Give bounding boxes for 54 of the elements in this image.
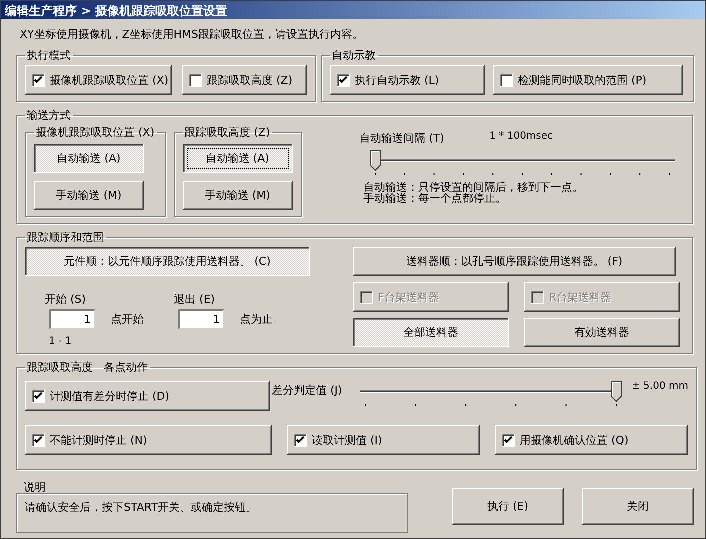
group-label: 自动示教 bbox=[331, 48, 377, 63]
range-text: 1 - 1 bbox=[49, 336, 73, 347]
transfer-mode-button[interactable]: 自动输送 (A) bbox=[34, 144, 144, 173]
checkbox[interactable] bbox=[189, 74, 202, 86]
slider-thumb[interactable] bbox=[611, 381, 622, 402]
transfer-mode-button[interactable]: 手动输送 (M) bbox=[182, 181, 293, 210]
checkbox-option[interactable]: 用摄像机确认位置 (Q) bbox=[495, 425, 688, 455]
checkbox-option[interactable]: 摄像机跟踪吸取位置 (X) bbox=[25, 65, 172, 95]
checkbox[interactable] bbox=[294, 434, 307, 446]
checkbox[interactable] bbox=[502, 434, 515, 446]
interval-label: 自动输送间隔 (T) bbox=[360, 131, 446, 146]
note-text: 自动输送：只停设置的间隔后，移到下一点。 bbox=[364, 182, 585, 193]
order-mode-button[interactable]: 送料器顺：以孔号顺序跟踪使用送料器。 (F) bbox=[353, 247, 676, 276]
slider-track[interactable] bbox=[370, 150, 675, 172]
feeder-button[interactable]: 全部送料器 bbox=[353, 318, 509, 347]
description-text: 请确认安全后，按下START开关、或确定按钮。 bbox=[25, 501, 257, 514]
checkbox-option[interactable]: 计测值有差分时停止 (D) bbox=[25, 381, 270, 411]
transfer-mode-button[interactable]: 自动输送 (A) bbox=[182, 144, 293, 173]
group-label: 跟踪吸取高度 (Z) bbox=[184, 125, 272, 140]
checkbox[interactable] bbox=[32, 434, 45, 446]
number-field[interactable]: 1 bbox=[178, 309, 226, 330]
field-label: 开始 (S) bbox=[45, 292, 88, 307]
group-label: 摄像机跟踪吸取位置 (X) bbox=[35, 125, 156, 140]
group-label: 跟踪吸取高度 各点动作 bbox=[26, 360, 149, 375]
dialog-button[interactable]: 执行 (E) bbox=[452, 488, 564, 525]
note-text: 手动输送：每一个点都停止。 bbox=[364, 193, 508, 204]
group-label: 说明 bbox=[24, 480, 47, 495]
slider-track[interactable] bbox=[360, 381, 622, 403]
checkbox-option[interactable]: 读取计测值 (I) bbox=[287, 425, 480, 455]
number-field[interactable]: 1 bbox=[49, 309, 96, 330]
threshold-reading: ± 5.00 mm bbox=[632, 381, 688, 392]
order-mode-button[interactable]: 元件顺：以元件顺序跟踪使用送料器。 (C) bbox=[25, 247, 310, 276]
group-label: 跟踪顺序和范围 bbox=[26, 230, 105, 245]
checkbox[interactable] bbox=[500, 74, 513, 86]
checkbox-option[interactable]: 跟踪吸取高度 (Z) bbox=[182, 65, 307, 95]
field-suffix: 点开始 bbox=[111, 312, 144, 327]
checkbox-option[interactable]: 检测能同时吸取的范围 (P) bbox=[493, 65, 683, 95]
instruction-text: XY坐标使用摄像机，Z坐标使用HMS跟踪吸取位置，请设置执行内容。 bbox=[20, 27, 365, 42]
checkbox[interactable] bbox=[32, 74, 45, 86]
group-label: 执行模式 bbox=[26, 48, 72, 63]
threshold-label: 差分判定值 (J) bbox=[272, 383, 344, 398]
field-suffix: 点为止 bbox=[240, 312, 274, 327]
slider-thumb[interactable] bbox=[370, 150, 381, 171]
checkbox[interactable] bbox=[32, 390, 45, 402]
dialog-button[interactable]: 关闭 bbox=[582, 488, 694, 525]
checkbox[interactable] bbox=[337, 74, 350, 86]
feeder-button[interactable]: 有効送料器 bbox=[524, 318, 680, 347]
transfer-mode-button[interactable]: 手动输送 (M) bbox=[34, 181, 144, 210]
group-label: 输送方式 bbox=[26, 108, 72, 123]
interval-reading: 1 * 100msec bbox=[490, 131, 554, 142]
checkbox-option[interactable]: 执行自动示教 (L) bbox=[330, 65, 485, 95]
window-title: 编辑生产程序 > 摄像机跟踪吸取位置设置 bbox=[1, 1, 705, 19]
checkbox-option[interactable]: 不能计测时停止 (N) bbox=[25, 425, 272, 455]
field-label: 退出 (E) bbox=[174, 292, 216, 307]
